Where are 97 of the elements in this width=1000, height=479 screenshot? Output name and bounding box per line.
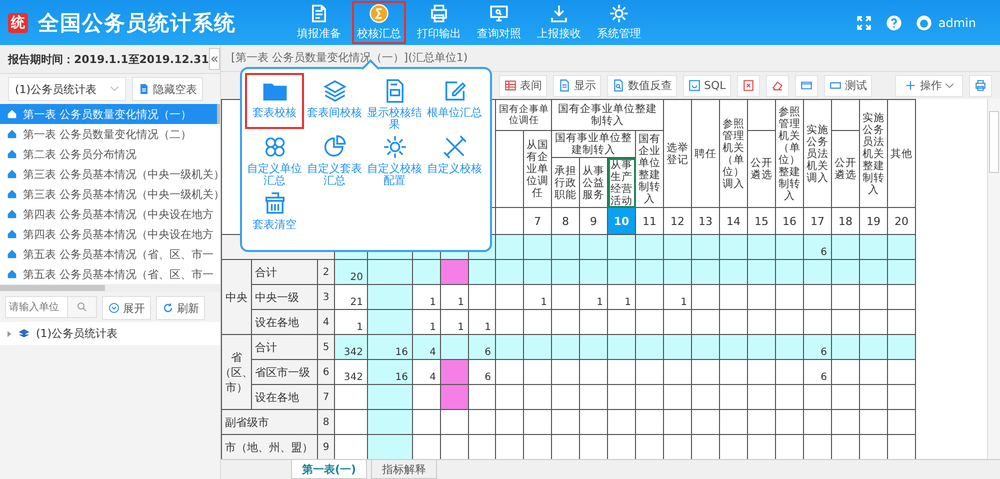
table-cell[interactable]: 16 [368, 335, 413, 360]
column-header[interactable]: 国有企业单位整建制转入 [636, 131, 664, 208]
table-list-item[interactable]: 第三表 公务员基本情况（中央一级机关） [0, 164, 220, 184]
row-number: 8 [318, 410, 335, 435]
report-period: 报告期时间：2019.1.1至2019.12.31 [8, 52, 209, 66]
row-label: 副省级市 [222, 410, 318, 435]
row-label: 合计 [252, 260, 318, 285]
column-number[interactable]: 15 [748, 208, 776, 235]
toolbar-button[interactable]: 表间 [499, 74, 547, 96]
table-list-item[interactable]: 第二表 公务员分布情况 [0, 144, 220, 164]
row-label: 中央一级 [252, 285, 318, 310]
hide-empty-button[interactable]: 隐藏空表 [132, 77, 203, 101]
column-header[interactable]: 参照管理机关（单位）调入 [720, 100, 748, 208]
column-number[interactable]: 18 [832, 208, 860, 235]
table-cell[interactable]: 6 [469, 360, 496, 385]
row-label: 省区市一级 [252, 360, 318, 385]
column-number[interactable]: 8 [552, 208, 580, 235]
column-header[interactable]: 国有企事业单位整建制转入 [552, 100, 664, 131]
search-field[interactable]: 请输入单位 [5, 296, 67, 318]
table-cell[interactable]: 20 [335, 260, 368, 285]
row-number: 4 [318, 310, 335, 335]
row-group-label: 省（区、市） [222, 335, 252, 410]
sheet-tab[interactable]: 指标解释 [371, 460, 438, 479]
sheet-tab[interactable]: 第一表(一) [291, 460, 368, 479]
column-header[interactable]: 实施公务员法机关整建制转入 [860, 100, 888, 208]
column-header[interactable]: 从事公益服务 [580, 158, 608, 208]
table-cell[interactable]: 1 [441, 285, 469, 310]
toolbar-button[interactable]: 数值反查 [607, 74, 677, 96]
column-header[interactable]: 聘任 [692, 100, 720, 208]
table-list-item[interactable]: 第五表 公务员基本情况（省、区、市一 [0, 264, 220, 284]
column-number[interactable]: 11 [636, 208, 664, 235]
column-number[interactable]: 14 [720, 208, 748, 235]
toolbar-button[interactable]: 显示 [553, 74, 601, 96]
table-set-dropdown[interactable]: (1)公务员统计表 [8, 77, 126, 101]
row-number: 6 [318, 360, 335, 385]
row-number: 5 [318, 335, 335, 360]
row-label: 设在各地 [252, 385, 318, 410]
tree-item[interactable]: (1)公务员统计表 [0, 322, 220, 345]
table-cell[interactable]: 21 [335, 285, 368, 310]
table-cell[interactable]: 1 [335, 310, 368, 335]
table-cell[interactable]: 6 [804, 360, 832, 385]
column-number[interactable]: 7 [524, 208, 552, 235]
row-number: 7 [318, 385, 335, 410]
toolbar-button[interactable]: 测试 [824, 74, 872, 96]
table-cell[interactable]: 6 [469, 335, 496, 360]
column-number[interactable]: 16 [776, 208, 804, 235]
row-label: 合计 [252, 335, 318, 360]
table-cell[interactable]: 342 [335, 360, 368, 385]
table-list-item[interactable]: 第五表 公务员基本情况（省、区、市一 [0, 244, 220, 264]
column-number[interactable]: 17 [804, 208, 832, 235]
table-cell[interactable]: 1 [608, 285, 636, 310]
column-header[interactable]: 实施公务员法机关调入 [804, 100, 832, 208]
table-list-item[interactable]: 第四表 公务员基本情况（中央设在地方 [0, 224, 220, 244]
table-cell[interactable]: 1 [524, 285, 552, 310]
table-list-item[interactable]: 第四表 公务员基本情况（中央设在地方 [0, 204, 220, 224]
column-header[interactable]: 国有企事单位调任 [496, 100, 552, 131]
column-number[interactable]: 13 [692, 208, 720, 235]
logo: 统 [8, 12, 28, 32]
row-number: 3 [318, 285, 335, 310]
table-cell[interactable]: 342 [335, 335, 368, 360]
table-cell[interactable]: 4 [413, 360, 441, 385]
column-header[interactable]: 公开遴选 [832, 131, 860, 208]
column-header[interactable]: 参照管理机关（单位）整建制转入 [776, 100, 804, 208]
row-group-label: 中央 [222, 260, 252, 335]
column-header[interactable]: 国有事业单位整建制转入 [552, 131, 636, 158]
table-cell[interactable]: 6 [804, 235, 832, 260]
actions-menu-button[interactable]: 操作 [895, 74, 963, 96]
row-label: 设在各地 [252, 310, 318, 335]
row-number: 9 [318, 435, 335, 460]
column-header[interactable]: 从事生产经营活动 [608, 158, 636, 208]
column-header[interactable]: 公开遴选 [748, 131, 776, 208]
table-cell[interactable]: 6 [804, 335, 832, 360]
table-cell[interactable]: 1 [664, 285, 692, 310]
column-number[interactable]: 19 [860, 208, 888, 235]
table-cell[interactable]: 1 [413, 310, 441, 335]
row-number: 2 [318, 260, 335, 285]
column-header[interactable]: 其他 [888, 100, 916, 208]
expand-button[interactable]: 展开 [102, 296, 151, 320]
toolbar-button[interactable]: SQL [683, 74, 731, 96]
row-label: 市（地、州、盟） [222, 435, 318, 460]
table-cell[interactable]: 1 [413, 285, 441, 310]
column-header[interactable]: 从国有企业单位调任 [524, 131, 552, 208]
table-list-item[interactable]: 第一表 公务员数量变化情况（二） [0, 124, 220, 144]
column-number[interactable]: 20 [888, 208, 916, 235]
table-cell[interactable]: 4 [413, 335, 441, 360]
collapse-button[interactable]: « [208, 48, 220, 70]
app-title: 全国公务员统计系统 [38, 10, 236, 36]
column-number[interactable]: 9 [580, 208, 608, 235]
table-cell[interactable]: 1 [580, 285, 608, 310]
table-cell[interactable]: 1 [441, 310, 469, 335]
column-header[interactable]: 选举登记 [664, 100, 692, 208]
column-header[interactable]: 承担行政职能 [552, 158, 580, 208]
refresh-button[interactable]: 刷新 [156, 296, 205, 320]
column-number[interactable]: 12 [664, 208, 692, 235]
table-cell[interactable]: 16 [368, 360, 413, 385]
table-cell[interactable]: 1 [469, 310, 496, 335]
table-list-item[interactable]: 第三表 公务员基本情况（中央一级机关） [0, 184, 220, 204]
